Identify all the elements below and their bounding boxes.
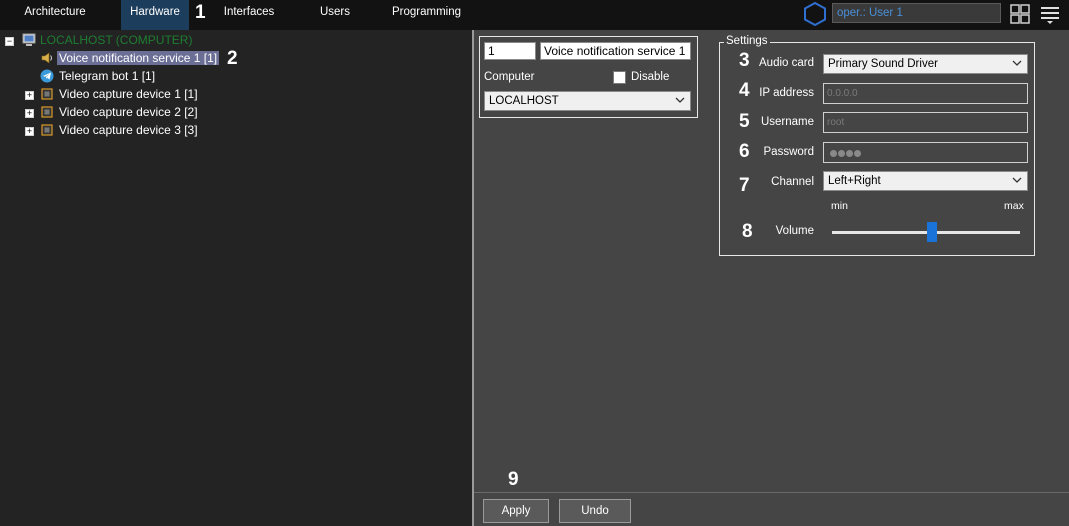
top-menu-bar: Architecture Hardware Interfaces Users P… [0, 0, 1069, 30]
computer-select[interactable]: LOCALHOST [484, 91, 691, 111]
channel-label: Channel [771, 176, 814, 188]
tree-item-label: Video capture device 2 [2] [59, 105, 198, 119]
tab-interfaces[interactable]: Interfaces [212, 0, 286, 30]
bottom-separator [474, 492, 1069, 493]
expand-icon[interactable]: + [25, 109, 34, 118]
marker-3: 3 [739, 50, 750, 71]
object-name-field[interactable]: Voice notification service 1 [540, 42, 691, 60]
tab-hardware[interactable]: Hardware [121, 0, 189, 30]
audio-card-select[interactable]: Primary Sound Driver [823, 54, 1028, 74]
settings-title: Settings [724, 35, 770, 47]
chip-icon [41, 124, 53, 136]
user-field[interactable]: oper.: User 1 [832, 3, 1001, 23]
marker-7: 7 [739, 175, 750, 196]
volume-label: Volume [775, 225, 814, 237]
ip-address-label: IP address [759, 87, 814, 99]
computer-select-value: LOCALHOST [489, 95, 559, 107]
marker-2: 2 [227, 48, 238, 69]
chip-icon [41, 88, 53, 100]
apply-button[interactable]: Apply [483, 499, 549, 523]
collapse-root-icon[interactable]: − [5, 37, 14, 46]
speaker-icon [41, 52, 52, 64]
disable-checkbox[interactable] [613, 71, 626, 84]
tree-item-label: Voice notification service 1 [1] [57, 51, 220, 65]
telegram-icon [40, 69, 54, 83]
expand-icon[interactable]: + [25, 91, 34, 100]
marker-6: 6 [739, 141, 750, 162]
volume-min-label: min [831, 200, 848, 212]
tab-architecture[interactable]: Architecture [0, 0, 110, 30]
marker-4: 4 [739, 80, 750, 101]
tab-users[interactable]: Users [305, 0, 365, 30]
tree-item-video-capture-3[interactable]: Video capture device 3 [3] [57, 122, 200, 139]
layout-grid-icon[interactable] [1010, 4, 1030, 24]
marker-5: 5 [739, 111, 750, 132]
password-dots [830, 147, 862, 162]
hamburger-menu-icon[interactable] [1040, 5, 1060, 25]
expand-icon[interactable]: + [25, 127, 34, 136]
channel-value: Left+Right [828, 175, 881, 187]
tree-root[interactable]: LOCALHOST (COMPUTER) [38, 32, 194, 49]
tab-programming[interactable]: Programming [385, 0, 468, 30]
computer-label: Computer [484, 71, 535, 83]
disable-label: Disable [631, 71, 670, 83]
tree-item-telegram-bot[interactable]: Telegram bot 1 [1] [57, 68, 157, 85]
tree-item-label: Video capture device 3 [3] [59, 123, 198, 137]
channel-select[interactable]: Left+Right [823, 171, 1028, 191]
marker-9: 9 [508, 469, 519, 490]
password-label: Password [763, 146, 815, 158]
undo-button[interactable]: Undo [559, 499, 631, 523]
volume-max-label: max [1004, 200, 1024, 212]
tree-item-video-capture-2[interactable]: Video capture device 2 [2] [57, 104, 200, 121]
username-label: Username [760, 116, 814, 128]
password-field[interactable] [823, 142, 1028, 163]
chevron-down-icon [1012, 60, 1022, 66]
tree-item-label: Telegram bot 1 [1] [59, 69, 156, 83]
chip-icon [41, 106, 53, 118]
audio-card-value: Primary Sound Driver [828, 58, 938, 70]
ip-address-field[interactable]: 0.0.0.0 [823, 83, 1028, 104]
chevron-down-icon [675, 97, 685, 103]
tree-item-voice-notification[interactable]: Voice notification service 1 [1] [57, 50, 220, 67]
volume-slider-thumb[interactable] [926, 222, 937, 242]
hexagon-icon[interactable] [804, 2, 826, 26]
object-id-field[interactable]: 1 [484, 42, 536, 60]
tree-root-label: LOCALHOST (COMPUTER) [40, 33, 193, 47]
computer-icon [22, 33, 36, 46]
marker-1: 1 [195, 2, 206, 23]
tree-item-video-capture-1[interactable]: Video capture device 1 [1] [57, 86, 200, 103]
audio-card-label: Audio card [759, 57, 814, 69]
chevron-down-icon [1012, 177, 1022, 183]
username-field[interactable]: root [823, 112, 1028, 133]
tree-item-label: Video capture device 1 [1] [59, 87, 198, 101]
